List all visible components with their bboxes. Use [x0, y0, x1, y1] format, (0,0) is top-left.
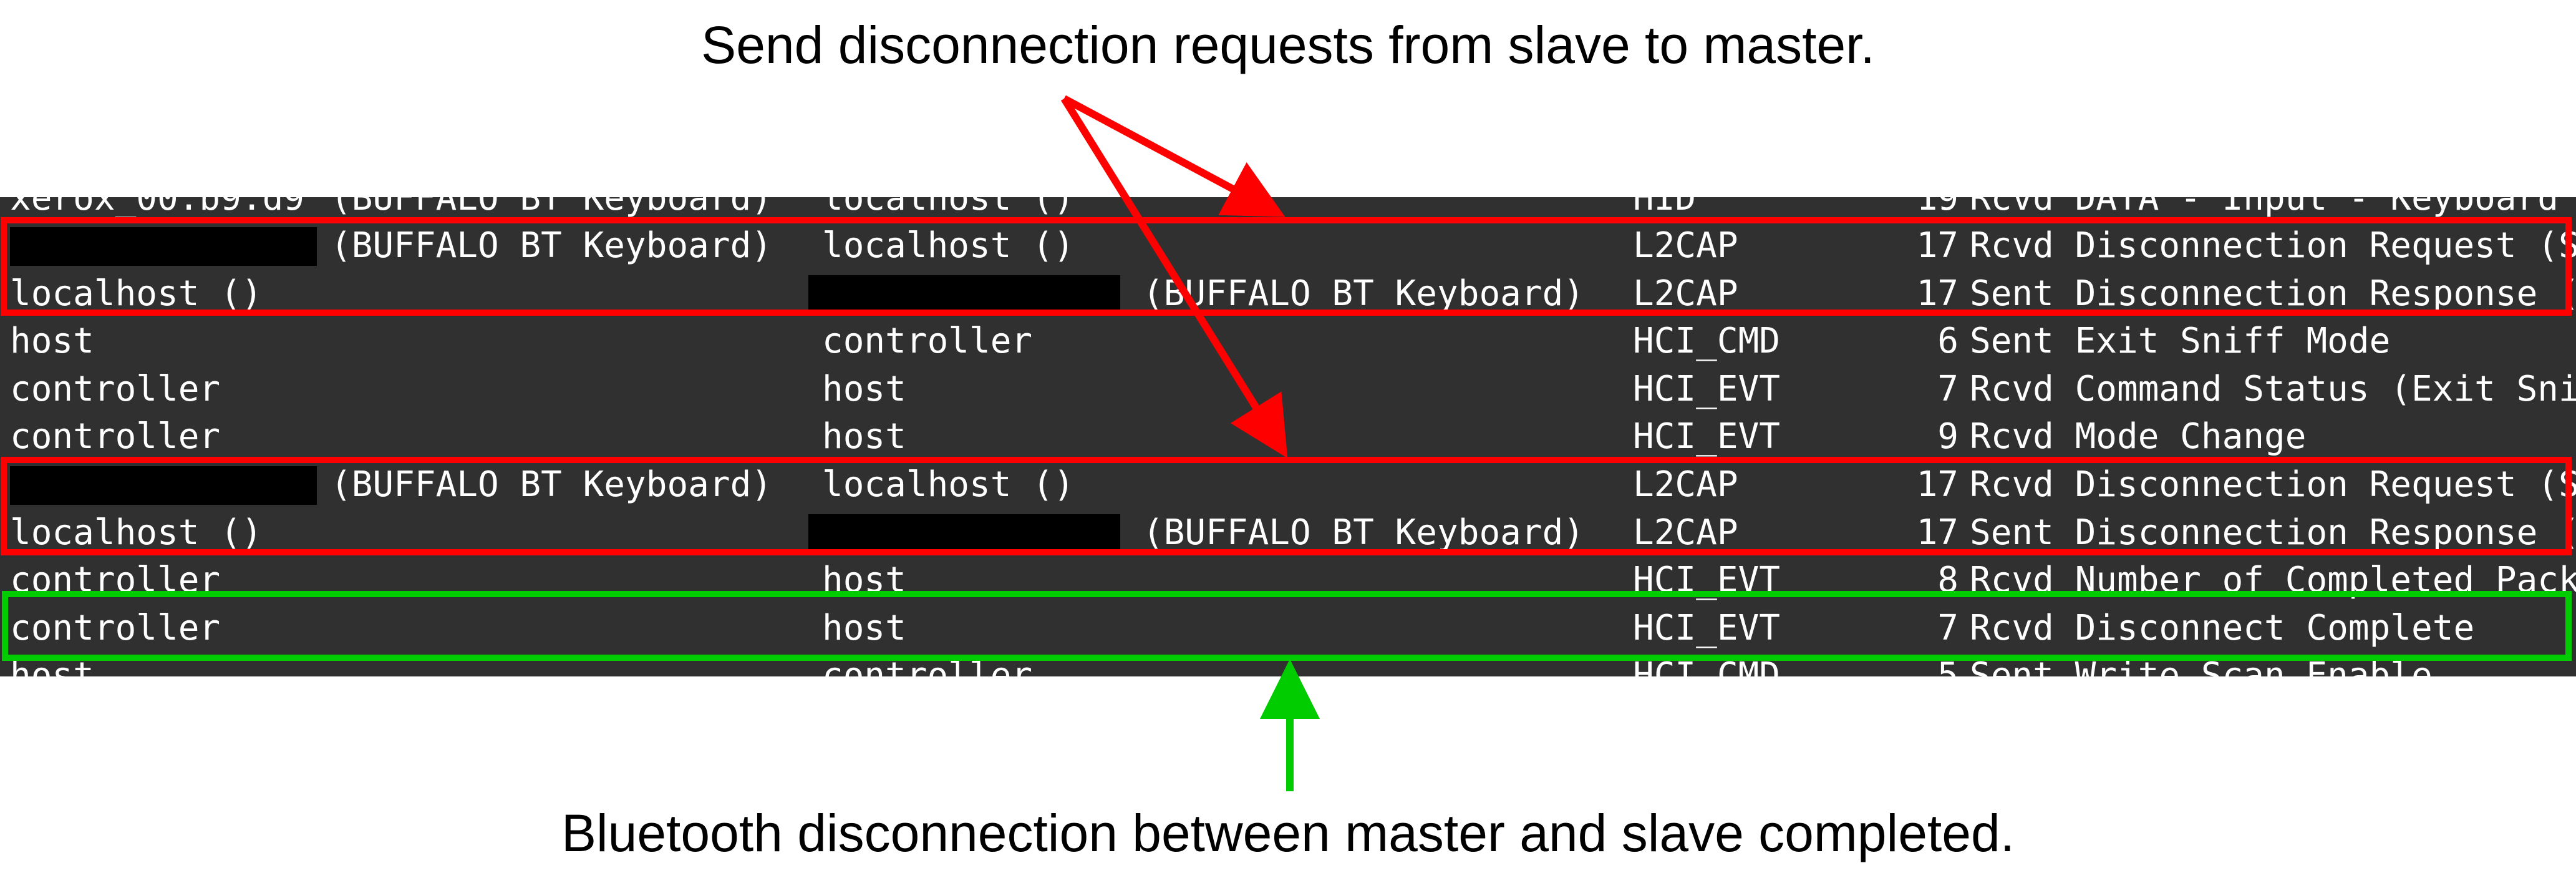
- annotation-overlay: [1, 95, 2572, 791]
- highlight-box-disconnection-pair-2: [1, 457, 2572, 555]
- highlight-box-disconnect-complete: [2, 591, 2572, 661]
- highlight-box-disconnection-pair-1: [1, 217, 2572, 316]
- caption-disconnection-completed: Bluetooth disconnection between master a…: [561, 804, 2015, 862]
- arrow-to-second-request: [1060, 96, 1288, 459]
